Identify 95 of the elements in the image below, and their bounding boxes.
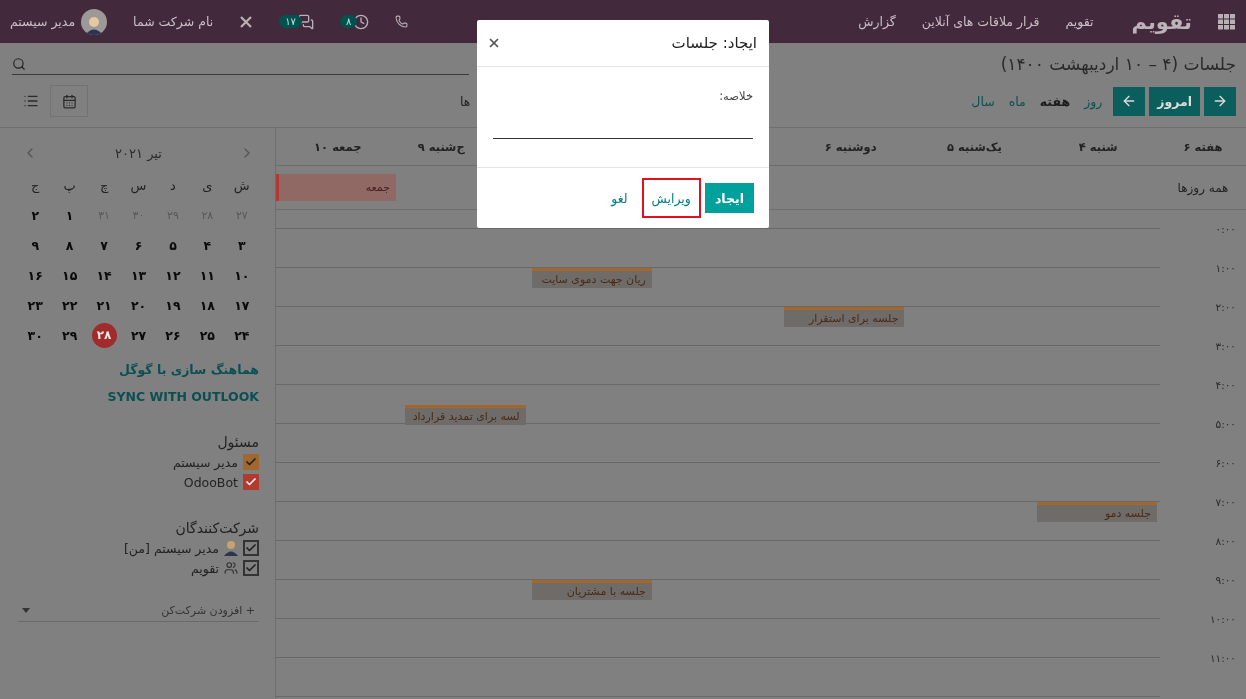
check-icon xyxy=(245,562,257,574)
date-number[interactable]: ۲۷ xyxy=(130,327,147,343)
date-number[interactable]: ۳۰ xyxy=(27,327,43,343)
day-header: یک‌شنبه ۵ xyxy=(947,139,1002,154)
apps-icon[interactable] xyxy=(1218,13,1236,30)
avatar[interactable] xyxy=(81,8,108,35)
dialog-link-button[interactable]: ویرایش xyxy=(641,178,701,218)
date-number[interactable]: ۲۹ xyxy=(62,327,78,343)
crossed-tools-icon[interactable] xyxy=(239,14,254,29)
filter-checkbox[interactable] xyxy=(243,540,259,556)
day-header: دوشنبه ۶ xyxy=(824,139,877,154)
date-number[interactable]: ۱۸ xyxy=(199,297,215,313)
all-day-label: همه روزها xyxy=(1177,180,1229,195)
filter-checkbox[interactable] xyxy=(243,454,259,470)
list-icon xyxy=(23,93,39,109)
filter-checkbox[interactable] xyxy=(243,474,259,490)
scale-tab[interactable]: هفته xyxy=(1032,93,1078,109)
phone-icon[interactable] xyxy=(395,15,409,28)
message-count: ۱۷ xyxy=(279,15,302,28)
date-number[interactable]: ۱۶ xyxy=(27,267,43,283)
search-icon xyxy=(12,56,26,71)
menu-item[interactable]: قرار ملاقات های آنلاین xyxy=(921,14,1040,29)
date-number[interactable]: ۲۶ xyxy=(165,327,181,343)
weekday-label: ج xyxy=(30,176,41,195)
chat-icon[interactable] xyxy=(297,13,314,30)
date-number[interactable]: ۱ xyxy=(65,207,74,223)
options-label[interactable]: ها xyxy=(460,93,471,109)
date-number[interactable]: ۱۷ xyxy=(234,297,250,313)
all-day-event[interactable]: جمعه xyxy=(276,174,397,201)
weekday-label: ش xyxy=(232,176,251,196)
date-number[interactable]: ۲۰ xyxy=(130,297,147,313)
date-number[interactable]: ۲۲ xyxy=(62,297,78,313)
menu-item[interactable]: تقویم xyxy=(1065,14,1094,29)
filter-label: تقویم xyxy=(190,560,219,576)
weekday-label: پ xyxy=(62,176,77,195)
check-icon xyxy=(245,542,257,554)
week-number: هفته ۶ xyxy=(1183,139,1223,154)
weekday-label: ی xyxy=(201,176,214,195)
arrow-right-icon xyxy=(1212,93,1228,109)
date-number[interactable]: ۷ xyxy=(100,237,108,253)
day-header: شنبه ۴ xyxy=(1078,139,1118,154)
day-header: جمعه ۱۰ xyxy=(314,139,362,154)
calendar-icon xyxy=(61,93,77,109)
calendar-view-button[interactable] xyxy=(50,85,88,117)
close-icon[interactable] xyxy=(487,36,501,50)
next-button[interactable] xyxy=(1204,86,1236,116)
company-name[interactable]: نام شرکت شما xyxy=(133,14,214,29)
date-number[interactable]: ۱۱ xyxy=(199,267,215,283)
check-icon xyxy=(245,456,257,468)
date-number[interactable]: ۲۴ xyxy=(234,327,250,343)
group-icon xyxy=(224,561,238,575)
date-number[interactable]: ۹ xyxy=(31,237,40,253)
today-date[interactable]: ۲۸ xyxy=(91,322,117,348)
date-number[interactable]: ۳ xyxy=(237,237,246,253)
today-button[interactable]: امروز xyxy=(1149,86,1200,116)
person-icon xyxy=(224,540,238,556)
previous-button[interactable] xyxy=(1113,86,1146,116)
user-name[interactable]: مدیر سیستم xyxy=(10,14,76,29)
caret-icon xyxy=(22,608,30,613)
check-icon xyxy=(245,476,257,488)
clock-icon[interactable] xyxy=(353,13,370,30)
date-number[interactable]: ۲ xyxy=(31,207,40,223)
filter-title: شرکت‌کنندگان xyxy=(174,520,259,536)
weekday-label: د xyxy=(169,176,177,195)
date-number[interactable]: ۱۵ xyxy=(62,267,78,283)
app-title: تقویم xyxy=(1131,9,1192,34)
date-number[interactable]: ۶ xyxy=(134,237,143,253)
date-number[interactable]: ۱۳ xyxy=(130,267,147,283)
weekday-label: س xyxy=(129,176,148,196)
field-label: خلاصه: xyxy=(718,89,753,103)
filter-title: مسئول xyxy=(216,434,259,450)
dialog-link-button[interactable]: لغو xyxy=(601,183,638,213)
date-number[interactable]: ۴ xyxy=(203,237,212,253)
activity-count: ۸ xyxy=(339,15,358,28)
date-number[interactable]: ۵ xyxy=(169,237,177,253)
menu-item[interactable]: گزارش xyxy=(858,14,896,29)
date-number[interactable]: ۲۳ xyxy=(27,297,43,313)
month-title: تیر ۲۰۲۱ xyxy=(115,145,162,161)
filter-checkbox[interactable] xyxy=(243,560,259,576)
filter-label: مدیر سیستم [من] xyxy=(123,540,219,556)
date-number[interactable]: ۲۱ xyxy=(96,297,112,313)
filter-label: OdooBot xyxy=(183,474,238,490)
add-attendee-field[interactable]: + افزودن شرکت‌کن xyxy=(18,600,259,622)
date-number[interactable]: ۲۵ xyxy=(199,327,215,343)
day-header: ج‌شنبه ۹ xyxy=(417,139,465,154)
create-button[interactable]: ایجاد xyxy=(704,183,754,213)
date-number[interactable]: ۱۹ xyxy=(165,297,181,313)
weekday-label: چ xyxy=(98,176,110,195)
dialog-title: ایجاد: جلسات xyxy=(671,34,757,52)
date-number[interactable]: ۱۲ xyxy=(165,267,181,283)
filter-label: مدیر سیستم xyxy=(172,454,238,470)
date-number[interactable]: ۱۰ xyxy=(234,267,250,283)
date-number[interactable]: ۸ xyxy=(65,237,74,253)
page-title: جلسات (۴ – ۱۰ اردیبهشت ۱۴۰۰) xyxy=(1000,54,1236,74)
date-number[interactable]: ۱۴ xyxy=(96,267,112,283)
